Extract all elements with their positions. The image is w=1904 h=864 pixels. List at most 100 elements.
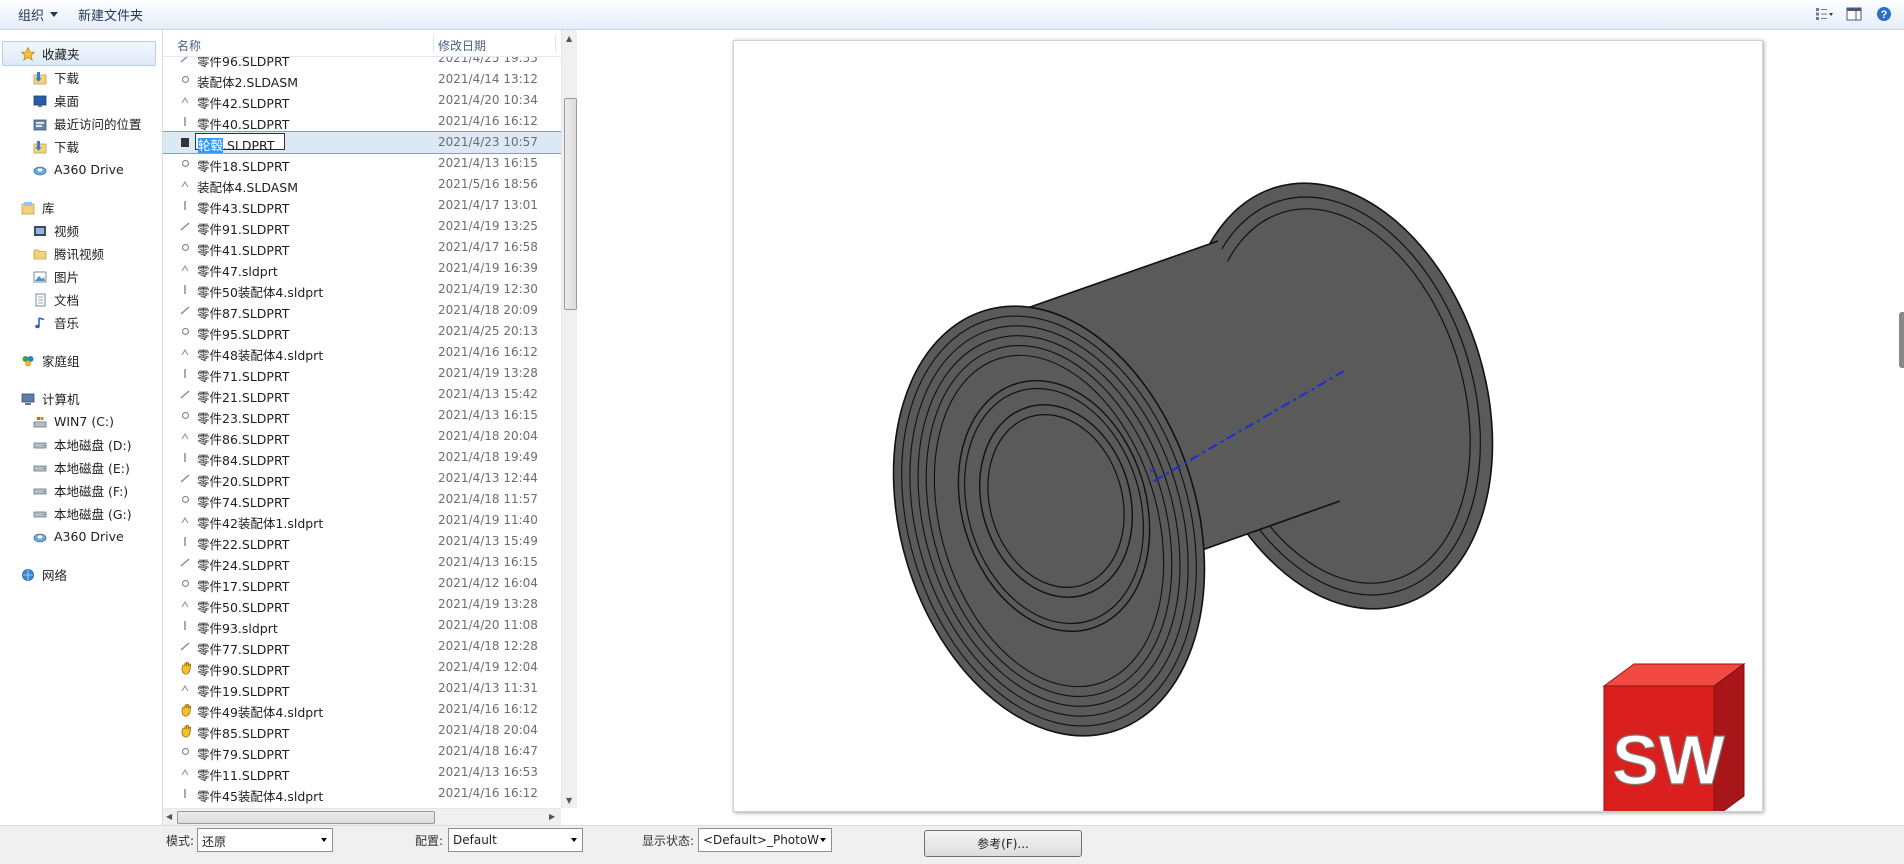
file-row[interactable]: 零件93.sldprt 2021/4/20 11:08 (163, 615, 561, 636)
download-folder-icon (32, 139, 48, 155)
file-name: 轮毂.SLDPRT (198, 135, 274, 154)
nav-item-download-1[interactable]: 下载 (0, 66, 162, 89)
folder-icon (32, 246, 48, 262)
nav-item-documents[interactable]: 文档 (0, 288, 162, 311)
file-row[interactable]: 零件40.SLDPRT 2021/4/16 16:12 (163, 111, 561, 132)
organize-menu-button[interactable]: 组织 (0, 5, 68, 24)
references-button-label: 参考(F)... (977, 837, 1029, 851)
file-row[interactable]: 零件45装配体4.sldprt 2021/4/16 16:12 (163, 783, 561, 804)
file-row[interactable]: 零件86.SLDPRT 2021/4/18 20:04 (163, 426, 561, 447)
nav-libraries[interactable]: 库 (0, 196, 162, 219)
vertical-scrollbar[interactable]: ▲ ▼ (561, 30, 577, 808)
nav-item-pictures[interactable]: 图片 (0, 265, 162, 288)
file-modified-date: 2021/4/17 16:58 (438, 240, 538, 254)
file-row[interactable]: 零件11.SLDPRT 2021/4/13 16:53 (163, 762, 561, 783)
nav-computer[interactable]: 计算机 (0, 387, 162, 410)
part-file-icon (179, 598, 192, 611)
file-row[interactable]: 零件84.SLDPRT 2021/4/18 19:49 (163, 447, 561, 468)
file-row[interactable]: 零件71.SLDPRT 2021/4/19 13:28 (163, 363, 561, 384)
nav-item-drive-c[interactable]: WIN7 (C:) (0, 410, 162, 433)
preview-pane-icon[interactable] (1844, 5, 1864, 23)
file-modified-date: 2021/4/17 13:01 (438, 198, 538, 212)
file-rows: 零件96.SLDPRT 2021/4/25 19:55 装配体2.SLDASM 202… (163, 48, 562, 804)
help-icon[interactable]: ? (1874, 5, 1894, 23)
file-row[interactable]: 零件19.SLDPRT 2021/4/13 11:31 (163, 678, 561, 699)
file-row[interactable]: 零件24.SLDPRT 2021/4/13 16:15 (163, 552, 561, 573)
file-name: 零件41.SLDPRT (197, 243, 290, 258)
column-header-name[interactable]: 名称 (177, 37, 201, 54)
nav-item-a360-drive[interactable]: A360 Drive (0, 525, 162, 548)
nav-item-drive-e[interactable]: 本地磁盘 (E:) (0, 456, 162, 479)
view-options-icon[interactable] (1814, 5, 1834, 23)
column-header-date[interactable]: 修改日期 (438, 37, 486, 54)
part-file-icon (179, 241, 192, 254)
resize-handle[interactable] (1899, 312, 1904, 368)
nav-item-music[interactable]: 音乐 (0, 311, 162, 334)
file-row[interactable]: 零件74.SLDPRT 2021/4/18 11:57 (163, 489, 561, 510)
nav-item-drive-f[interactable]: 本地磁盘 (F:) (0, 479, 162, 502)
file-row[interactable]: 零件90.SLDPRT 2021/4/19 12:04 (163, 657, 561, 678)
scroll-left-icon[interactable]: ◀ (166, 812, 172, 821)
references-button[interactable]: 参考(F)... (924, 830, 1082, 857)
file-row-selected[interactable]: 轮毂.SLDPRT 2021/4/23 10:57 (163, 131, 562, 154)
configuration-value: Default (453, 833, 497, 847)
part-file-icon (179, 346, 192, 359)
nav-item-video[interactable]: 视频 (0, 219, 162, 242)
display-state-select[interactable]: <Default>_PhotoW (698, 828, 832, 852)
file-modified-date: 2021/4/18 12:28 (438, 639, 538, 653)
file-row[interactable]: 零件20.SLDPRT 2021/4/13 12:44 (163, 468, 561, 489)
file-row[interactable]: 零件22.SLDPRT 2021/4/13 15:49 (163, 531, 561, 552)
mode-label: 模式: (166, 834, 195, 848)
new-folder-button[interactable]: 新建文件夹 (68, 5, 153, 24)
nav-homegroup[interactable]: 家庭组 (0, 349, 162, 372)
file-row[interactable]: 零件50装配体4.sldprt 2021/4/19 12:30 (163, 279, 561, 300)
file-row[interactable]: 零件42装配体1.sldprt 2021/4/19 11:40 (163, 510, 561, 531)
nav-item-drive-g[interactable]: 本地磁盘 (G:) (0, 502, 162, 525)
scroll-down-icon[interactable]: ▼ (566, 796, 572, 805)
file-modified-date: 2021/4/18 20:04 (438, 429, 538, 443)
nav-item-desktop[interactable]: 桌面 (0, 89, 162, 112)
file-row[interactable]: 零件21.SLDPRT 2021/4/13 15:42 (163, 384, 561, 405)
file-row[interactable]: 零件50.SLDPRT 2021/4/19 13:28 (163, 594, 561, 615)
file-row[interactable]: 零件47.sldprt 2021/4/19 16:39 (163, 258, 561, 279)
hub-model-render: × SW (892, 182, 1746, 819)
nav-favorites[interactable]: 收藏夹 (2, 41, 156, 66)
file-row[interactable]: 零件91.SLDPRT 2021/4/19 13:25 (163, 216, 561, 237)
horizontal-scrollbar[interactable]: ◀ ▶ (163, 808, 561, 825)
file-row[interactable]: 零件41.SLDPRT 2021/4/17 16:58 (163, 237, 561, 258)
file-name: 零件85.SLDPRT (197, 726, 290, 741)
file-row[interactable]: 零件43.SLDPRT 2021/4/17 13:01 (163, 195, 561, 216)
file-row[interactable]: 零件17.SLDPRT 2021/4/12 16:04 (163, 573, 561, 594)
nav-item-download-2[interactable]: 下载 (0, 135, 162, 158)
file-row[interactable]: 零件18.SLDPRT 2021/4/13 16:15 (163, 153, 561, 174)
configuration-select[interactable]: Default (448, 828, 583, 852)
file-row[interactable]: 零件87.SLDPRT 2021/4/18 20:09 (163, 300, 561, 321)
file-name: 零件87.SLDPRT (197, 306, 290, 321)
nav-item-recent-places[interactable]: 最近访问的位置 (0, 112, 162, 135)
horizontal-scroll-thumb[interactable] (177, 811, 435, 824)
rename-input[interactable]: 轮毂.SLDPRT (195, 133, 285, 153)
nav-item-a360-drive-fav[interactable]: A360 Drive (0, 158, 162, 181)
file-row[interactable]: 零件85.SLDPRT 2021/4/18 20:04 (163, 720, 561, 741)
file-row[interactable]: 装配体4.SLDASM 2021/5/16 18:56 (163, 174, 561, 195)
nav-network[interactable]: 网络 (0, 563, 162, 586)
part-file-icon (179, 409, 192, 422)
part-file-icon (179, 94, 192, 107)
file-modified-date: 2021/4/18 16:47 (438, 744, 538, 758)
file-row[interactable]: 零件79.SLDPRT 2021/4/18 16:47 (163, 741, 561, 762)
file-row[interactable]: 零件42.SLDPRT 2021/4/20 10:34 (163, 90, 561, 111)
file-row[interactable]: 装配体2.SLDASM 2021/4/14 13:12 (163, 69, 561, 90)
scroll-up-icon[interactable]: ▲ (566, 34, 572, 43)
file-modified-date: 2021/4/13 16:15 (438, 408, 538, 422)
file-row[interactable]: 零件48装配体4.sldprt 2021/4/16 16:12 (163, 342, 561, 363)
nav-item-tencent-video[interactable]: 腾讯视频 (0, 242, 162, 265)
vertical-scroll-thumb[interactable] (564, 98, 577, 310)
file-row[interactable]: 零件23.SLDPRT 2021/4/13 16:15 (163, 405, 561, 426)
file-modified-date: 2021/4/18 20:09 (438, 303, 538, 317)
nav-item-drive-d[interactable]: 本地磁盘 (D:) (0, 433, 162, 456)
mode-select[interactable]: 还原 (197, 828, 333, 852)
file-row[interactable]: 零件77.SLDPRT 2021/4/18 12:28 (163, 636, 561, 657)
scroll-right-icon[interactable]: ▶ (549, 812, 555, 821)
file-row[interactable]: 零件49装配体4.sldprt 2021/4/16 16:12 (163, 699, 561, 720)
file-row[interactable]: 零件95.SLDPRT 2021/4/25 20:13 (163, 321, 561, 342)
